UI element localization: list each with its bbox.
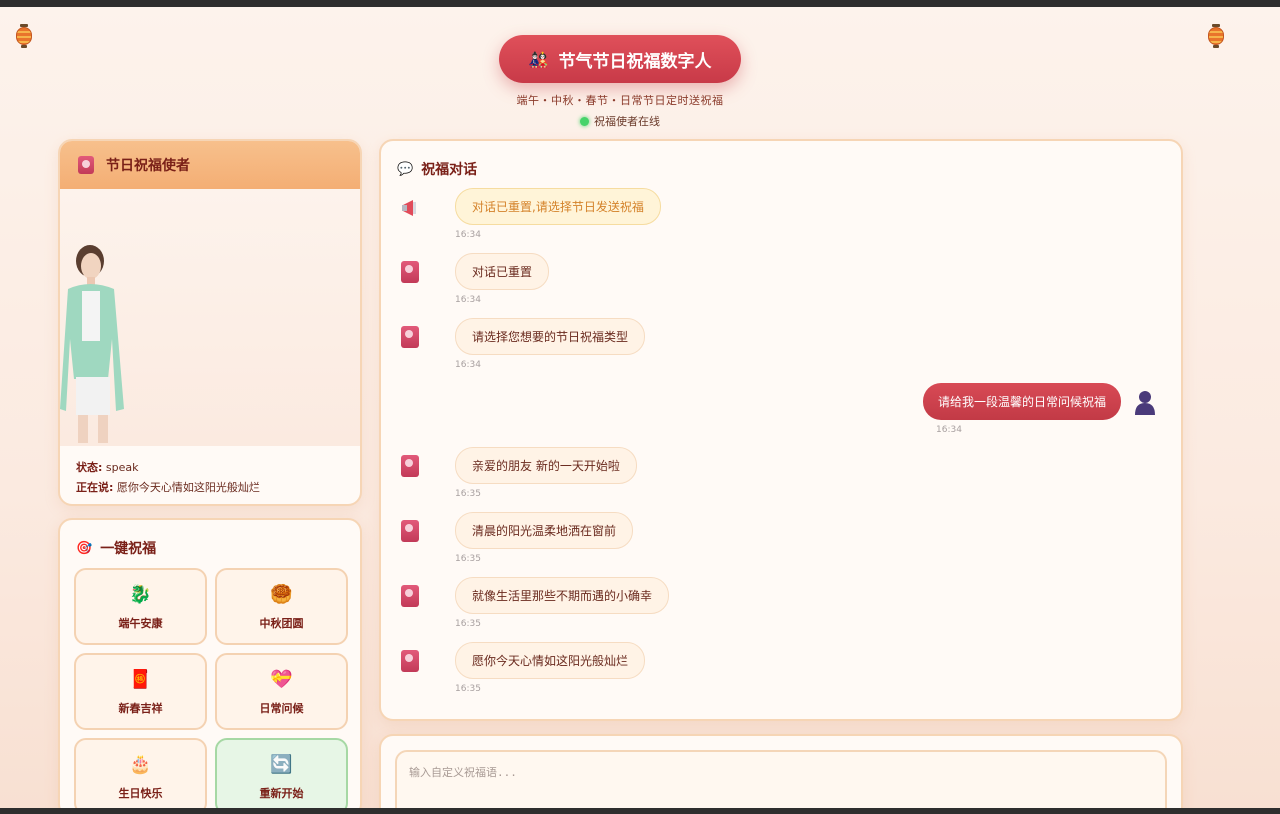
online-status-text: 祝福使者在线 bbox=[594, 115, 660, 128]
megaphone-icon bbox=[402, 200, 416, 216]
app-title: 节气节日祝福数字人 bbox=[558, 51, 712, 72]
speaking-label: 正在说: bbox=[76, 481, 114, 494]
input-panel bbox=[379, 734, 1183, 814]
custom-wish-input[interactable] bbox=[395, 750, 1167, 814]
button-label: 生日快乐 bbox=[118, 786, 163, 800]
window-top-bar bbox=[0, 0, 1280, 7]
message-time: 16:35 bbox=[455, 684, 481, 694]
quick-wish-header: 🎯 一键祝福 bbox=[60, 520, 360, 568]
window-bottom-bar bbox=[0, 808, 1280, 814]
bot-message-bubble: 亲爱的朋友 新的一天开始啦 bbox=[455, 447, 637, 484]
lantern-icon-left bbox=[16, 24, 32, 48]
button-label: 日常问候 bbox=[259, 701, 304, 715]
target-icon: 🎯 bbox=[76, 540, 93, 556]
state-label: 状态: bbox=[76, 461, 103, 474]
digital-human-avatar bbox=[60, 245, 124, 443]
system-message-bubble: 对话已重置,请选择节日发送祝福 bbox=[455, 188, 661, 225]
message-time: 16:34 bbox=[455, 360, 481, 370]
message-time: 16:35 bbox=[455, 619, 481, 629]
envoy-icon bbox=[78, 156, 94, 174]
user-avatar-icon bbox=[1135, 391, 1155, 415]
digital-human-stage bbox=[60, 189, 360, 446]
message-time: 16:34 bbox=[936, 425, 962, 435]
online-dot-icon bbox=[580, 116, 589, 126]
envoy-avatar-icon bbox=[401, 261, 423, 285]
red-envelope-icon: 🧧 bbox=[129, 669, 152, 690]
avatar-panel-title: 节日祝福使者 bbox=[106, 158, 190, 174]
lantern-icon-right bbox=[1208, 24, 1224, 48]
avatar-status-info: 状态: speak 正在说: 愿你今天心情如这阳光般灿烂 bbox=[60, 446, 360, 504]
envoy-avatar-icon bbox=[401, 650, 423, 674]
spring-festival-wish-button[interactable]: 🧧 新春吉祥 bbox=[74, 653, 207, 730]
quick-wish-grid: 🐉 端午安康 🥮 中秋团圆 🧧 新春吉祥 💝 日常问候 🎂 生日快乐 🔄 重新开… bbox=[74, 568, 350, 814]
quick-wish-title: 一键祝福 bbox=[100, 541, 157, 557]
envoy-avatar-icon bbox=[401, 326, 423, 350]
heart-gift-icon: 💝 bbox=[270, 669, 293, 690]
quick-wish-panel: 🎯 一键祝福 🐉 端午安康 🥮 中秋团圆 🧧 新春吉祥 💝 日常问候 🎂 生日快… bbox=[58, 518, 362, 814]
app-subtitle: 端午・中秋・春节・日常节日定时送祝福 bbox=[516, 94, 724, 107]
button-label: 中秋团圆 bbox=[259, 616, 304, 630]
chat-message-user: 请给我一段温馨的日常问候祝福 16:34 bbox=[381, 383, 1181, 435]
button-label: 新春吉祥 bbox=[118, 701, 163, 715]
mid-autumn-wish-button[interactable]: 🥮 中秋团圆 bbox=[215, 568, 348, 645]
bot-message-bubble: 就像生活里那些不期而遇的小确幸 bbox=[455, 577, 670, 614]
avatar-panel: 节日祝福使者 状态: speak 正在说: 愿你今天心情如这阳光般灿烂 bbox=[58, 139, 362, 506]
dragon-boat-wish-button[interactable]: 🐉 端午安康 bbox=[74, 568, 207, 645]
envoy-avatar-icon bbox=[401, 585, 423, 609]
bot-message-bubble: 愿你今天心情如这阳光般灿烂 bbox=[455, 642, 646, 679]
message-time: 16:35 bbox=[455, 554, 481, 564]
dolls-icon: 🎎 bbox=[528, 49, 549, 69]
online-status: 祝福使者在线 bbox=[0, 113, 1240, 129]
chat-panel: 💬 祝福对话 对话已重置,请选择节日发送祝福 16:34 对话已重置 16:34… bbox=[379, 139, 1183, 721]
bot-message-bubble: 请选择您想要的节日祝福类型 bbox=[455, 318, 646, 355]
restart-button[interactable]: 🔄 重新开始 bbox=[215, 738, 348, 814]
speaking-value: 愿你今天心情如这阳光般灿烂 bbox=[116, 481, 260, 494]
envoy-avatar-icon bbox=[401, 455, 423, 479]
button-label: 重新开始 bbox=[259, 786, 304, 800]
refresh-icon: 🔄 bbox=[270, 754, 293, 775]
user-message-bubble: 请给我一段温馨的日常问候祝福 bbox=[922, 383, 1121, 420]
state-value: speak bbox=[105, 461, 139, 474]
speech-bubble-icon: 💬 bbox=[397, 161, 414, 177]
message-time: 16:34 bbox=[455, 295, 481, 305]
dragon-icon: 🐉 bbox=[129, 584, 152, 605]
app-title-banner: 🎎 节气节日祝福数字人 bbox=[499, 35, 741, 83]
message-time: 16:35 bbox=[455, 489, 481, 499]
mooncake-icon: 🥮 bbox=[270, 584, 293, 605]
chat-title: 祝福对话 bbox=[421, 162, 478, 178]
button-label: 端午安康 bbox=[118, 616, 163, 630]
avatar-panel-header: 节日祝福使者 bbox=[60, 141, 360, 189]
envoy-avatar-icon bbox=[401, 520, 423, 544]
daily-greeting-wish-button[interactable]: 💝 日常问候 bbox=[215, 653, 348, 730]
birthday-wish-button[interactable]: 🎂 生日快乐 bbox=[74, 738, 207, 814]
bot-message-bubble: 清晨的阳光温柔地洒在窗前 bbox=[455, 512, 634, 549]
birthday-cake-icon: 🎂 bbox=[129, 754, 152, 775]
bot-message-bubble: 对话已重置 bbox=[455, 253, 550, 290]
message-time: 16:34 bbox=[455, 230, 481, 240]
